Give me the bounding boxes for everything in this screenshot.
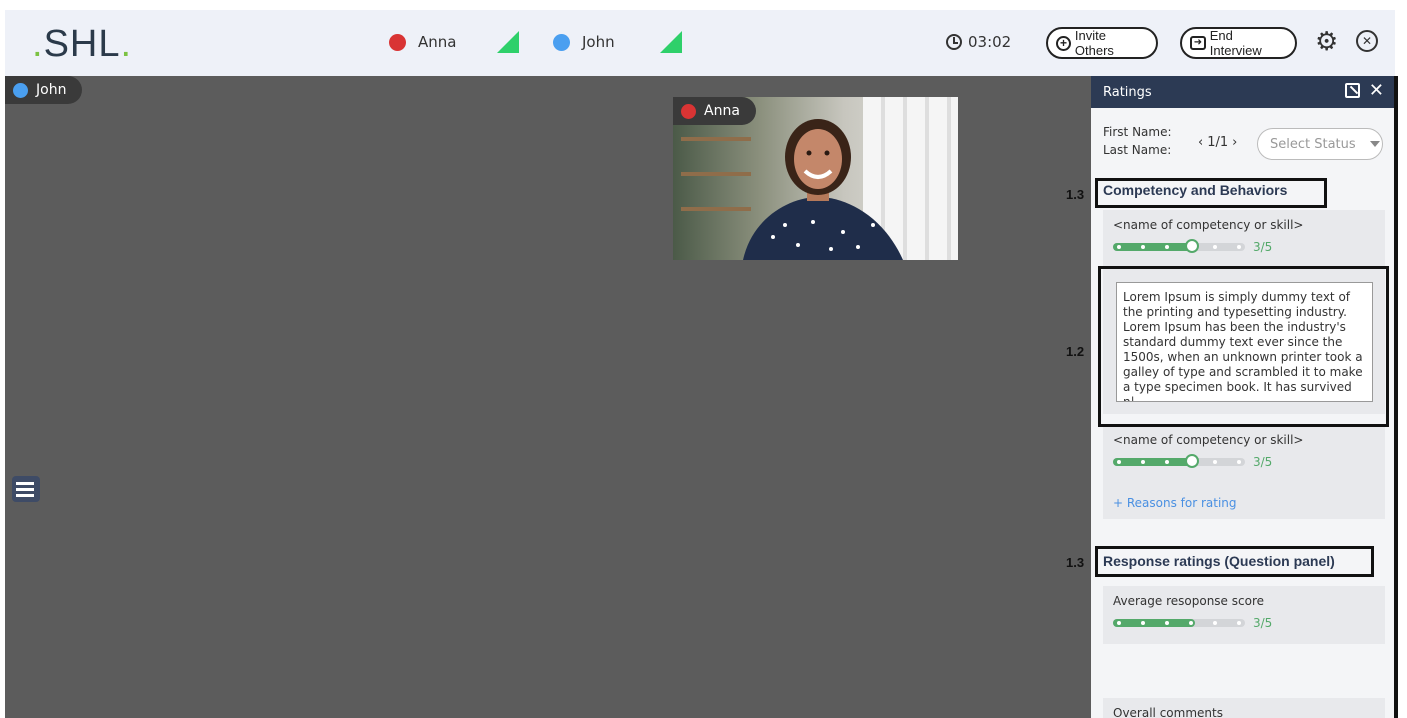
panel-border — [1394, 76, 1398, 718]
invite-label: Invite Others — [1074, 28, 1114, 58]
signal-icon — [497, 31, 519, 53]
slider-knob[interactable] — [1185, 454, 1199, 468]
candidate-names: First Name: Last Name: — [1103, 123, 1172, 159]
participant-name: John — [582, 33, 615, 51]
average-score-card: Average resoponse score 3/5 — [1103, 586, 1385, 644]
clock-icon — [946, 34, 962, 50]
invite-others-button[interactable]: + Invite Others — [1046, 27, 1158, 59]
competency-card: <name of competency or skill> 3/5 — [1103, 210, 1385, 268]
rating-slider[interactable] — [1113, 239, 1245, 253]
rating-score: 3/5 — [1253, 455, 1273, 469]
plus-icon: + — [1056, 35, 1071, 51]
status-select[interactable]: Select Status — [1257, 128, 1383, 160]
chevron-down-icon — [1369, 141, 1380, 147]
main-video-name: John — [36, 82, 67, 98]
average-slider — [1113, 619, 1245, 627]
slider-knob[interactable] — [1185, 239, 1199, 253]
video-stage: John Anna — [5, 76, 1091, 718]
pip-video-tag: Anna — [673, 97, 756, 125]
ratings-header: Ratings ✕ — [1091, 76, 1394, 108]
status-dot — [681, 103, 696, 119]
annotation-box — [1095, 546, 1374, 577]
annotation-box — [1098, 266, 1389, 427]
exit-icon: ➜ — [1190, 36, 1206, 50]
top-bar: .SHL. Anna John 03:02 + Invite Others ➜ … — [5, 10, 1395, 76]
end-label: End Interview — [1209, 28, 1262, 58]
pip-video[interactable]: Anna — [673, 97, 958, 260]
close-icon[interactable]: ✕ — [1356, 30, 1378, 52]
overall-comments[interactable]: Overall comments — [1103, 698, 1385, 718]
close-panel-icon[interactable]: ✕ — [1369, 80, 1384, 101]
competency-card: <name of competency or skill> 3/5 — [1103, 425, 1385, 485]
average-score-label: Average resoponse score — [1113, 594, 1264, 608]
timer-value: 03:02 — [968, 33, 1012, 51]
participant-name: Anna — [418, 33, 457, 51]
annotation-label: 1.2 — [1066, 344, 1085, 359]
gear-icon[interactable]: ⚙ — [1315, 27, 1338, 57]
interview-timer: 03:02 — [946, 33, 1011, 51]
participant-anna: Anna — [389, 33, 456, 51]
rating-score: 3/5 — [1253, 240, 1273, 254]
participant-john: John — [553, 33, 615, 51]
edit-icon[interactable] — [1345, 83, 1360, 98]
prev-icon[interactable]: ‹ — [1198, 135, 1203, 150]
annotation-label: 1.3 — [1066, 187, 1085, 202]
competency-name: <name of competency or skill> — [1113, 218, 1304, 232]
status-dot — [13, 82, 28, 98]
annotation-box — [1095, 178, 1327, 208]
reasons-for-rating-link[interactable]: + Reasons for rating — [1113, 496, 1237, 510]
ratings-title: Ratings — [1103, 84, 1152, 100]
shl-logo: .SHL. — [32, 23, 133, 65]
pip-video-name: Anna — [704, 103, 740, 119]
average-score: 3/5 — [1253, 616, 1273, 630]
status-dot — [553, 33, 570, 51]
competency-name: <name of competency or skill> — [1113, 433, 1304, 447]
status-placeholder: Select Status — [1270, 136, 1356, 152]
main-video-tag: John — [5, 76, 83, 104]
status-dot — [389, 33, 406, 51]
annotation-label: 1.3 — [1066, 555, 1085, 570]
first-name-label: First Name: — [1103, 125, 1172, 139]
list-icon[interactable] — [12, 476, 40, 502]
pager-value: 1/1 — [1207, 135, 1229, 150]
last-name-label: Last Name: — [1103, 143, 1172, 157]
signal-icon — [660, 31, 682, 53]
candidate-pager: ‹ 1/1 › — [1198, 135, 1237, 150]
rating-slider[interactable] — [1113, 454, 1245, 468]
end-interview-button[interactable]: ➜ End Interview — [1180, 27, 1297, 59]
next-icon[interactable]: › — [1232, 135, 1237, 150]
